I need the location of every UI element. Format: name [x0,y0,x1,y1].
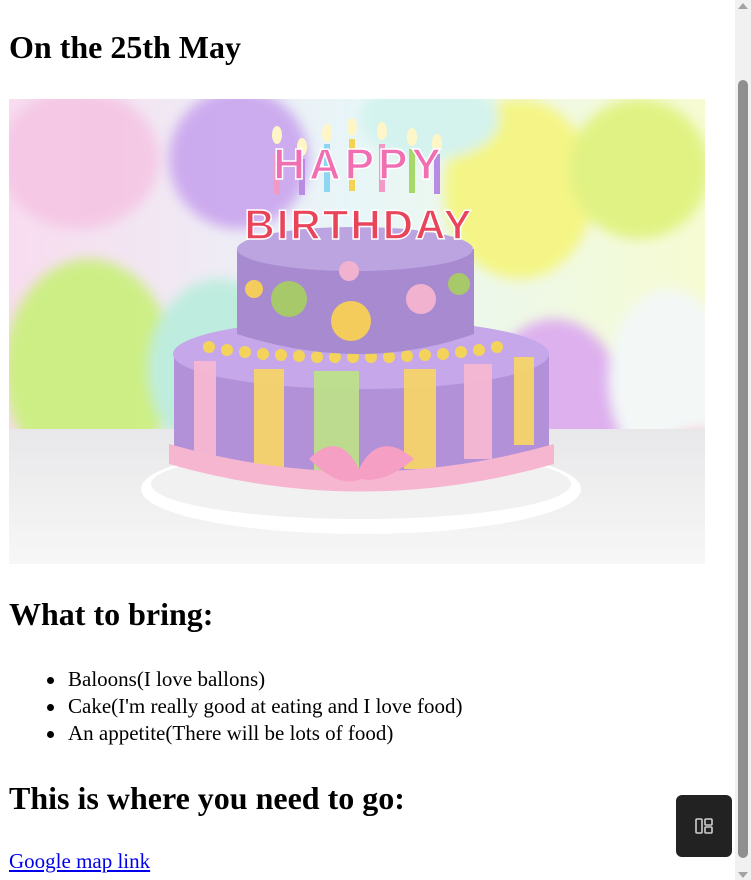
banner-line2: BIRTHDAY [244,201,473,248]
scroll-up-arrow-icon[interactable] [738,3,748,9]
list-item-text: An appetite(There will be lots of food) [68,721,394,745]
google-map-link[interactable]: Google map link [9,848,150,875]
list-item: Cake(I'm really good at eating and I lov… [47,693,463,720]
vertical-scrollbar[interactable] [735,0,751,880]
bullet [47,704,54,711]
banner-line1: HAPPY [273,140,445,189]
scroll-down-arrow-icon[interactable] [738,872,748,878]
list-item: An appetite(There will be lots of food) [47,720,462,747]
layout-widget-button[interactable] [676,795,732,857]
scroll-thumb[interactable] [738,80,748,858]
list-item-text: Cake(I'm really good at eating and I lov… [68,694,463,718]
birthday-cake-image: HAPPY BIRTHDAY [9,99,705,564]
layout-panels-icon [695,818,713,834]
date-heading: On the 25th May [9,29,241,65]
bullet [47,677,54,684]
bring-list: Baloons(I love ballons) Cake(I'm really … [9,666,462,747]
list-item-text: Baloons(I love ballons) [68,667,266,691]
bring-heading: What to bring: [9,596,214,632]
where-heading: This is where you need to go: [9,780,405,816]
bullet [47,731,54,738]
list-item: Baloons(I love ballons) [47,666,462,693]
